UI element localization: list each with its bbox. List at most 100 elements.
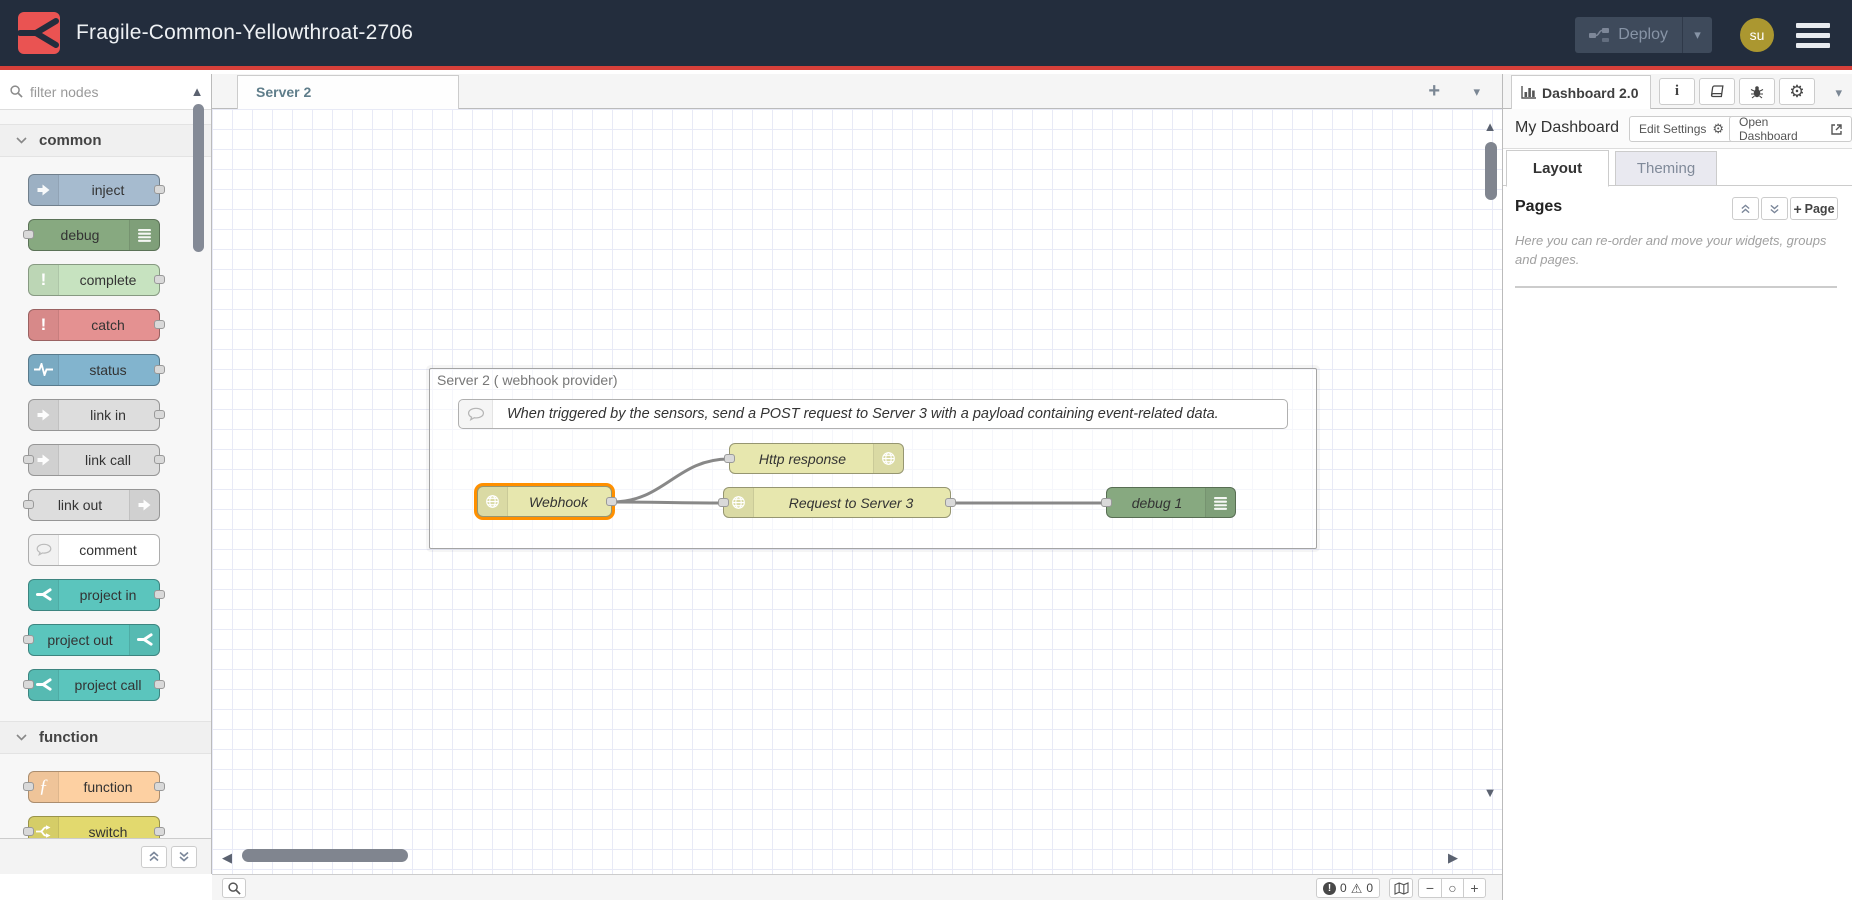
main-menu-button[interactable] xyxy=(1796,23,1830,48)
zoom-out-button[interactable]: − xyxy=(1419,879,1441,897)
palette-filter-placeholder: filter nodes xyxy=(30,84,98,100)
palette-node-link-in[interactable]: link in xyxy=(28,399,160,431)
canvas-scroll-left-arrow[interactable]: ◀ xyxy=(222,850,232,866)
input-port[interactable] xyxy=(724,454,735,463)
palette-collapse-all-button[interactable] xyxy=(141,846,167,868)
palette-node-function[interactable]: ƒfunction xyxy=(28,771,160,803)
palette-node-project-in[interactable]: project in xyxy=(28,579,160,611)
output-port[interactable] xyxy=(154,365,165,374)
warning-count: 0 xyxy=(1366,881,1373,895)
plus-icon: + xyxy=(1793,201,1801,217)
input-port[interactable] xyxy=(23,230,34,239)
group-label: Server 2 ( webhook provider) xyxy=(437,372,618,388)
http-response-node[interactable]: Http response xyxy=(729,443,904,474)
palette-node-link-out[interactable]: link out xyxy=(28,489,160,521)
input-port[interactable] xyxy=(1101,498,1112,507)
deploy-options-caret[interactable]: ▾ xyxy=(1682,17,1712,53)
palette-scrollbar-thumb[interactable] xyxy=(193,104,204,252)
book-icon[interactable] xyxy=(1699,78,1735,105)
error-count: 0 xyxy=(1340,881,1347,895)
node-label: link call xyxy=(57,452,159,468)
output-port[interactable] xyxy=(154,782,165,791)
canvas-search-button[interactable] xyxy=(222,878,246,898)
move-page-down-button[interactable] xyxy=(1761,197,1788,220)
canvas-vscrollbar-thumb[interactable] xyxy=(1485,142,1497,200)
navigator-button[interactable] xyxy=(1389,878,1413,898)
info-icon[interactable]: i xyxy=(1659,78,1695,105)
comment-node[interactable]: When triggered by the sensors, send a PO… xyxy=(458,399,1288,429)
palette-expand-all-button[interactable] xyxy=(171,846,197,868)
output-port[interactable] xyxy=(945,498,956,507)
input-port[interactable] xyxy=(23,827,34,836)
notification-counts[interactable]: ! 0 ⚠ 0 xyxy=(1316,878,1380,898)
palette-filter[interactable]: filter nodes xyxy=(0,74,211,110)
output-port[interactable] xyxy=(154,680,165,689)
input-port[interactable] xyxy=(23,782,34,791)
bug-icon[interactable] xyxy=(1739,78,1775,105)
node-label: status xyxy=(57,362,159,378)
divider xyxy=(1515,286,1837,288)
palette-category-common[interactable]: common xyxy=(0,124,211,157)
palette-node-complete[interactable]: !complete xyxy=(28,264,160,296)
tab-layout[interactable]: Layout xyxy=(1506,150,1609,187)
debug1-node[interactable]: debug 1 xyxy=(1106,487,1236,518)
canvas-scroll-right-arrow[interactable]: ▶ xyxy=(1448,850,1458,866)
flowfuse-icon xyxy=(29,580,59,610)
node-label: link out xyxy=(29,497,131,513)
deploy-icon xyxy=(1589,27,1609,43)
output-port[interactable] xyxy=(606,497,617,506)
output-port[interactable] xyxy=(154,827,165,836)
comment-bubble-icon xyxy=(29,535,59,565)
input-port[interactable] xyxy=(718,498,729,507)
zoom-in-button[interactable]: + xyxy=(1463,879,1485,897)
palette-node-project-out[interactable]: project out xyxy=(28,624,160,656)
add-flow-button[interactable]: + xyxy=(1428,80,1440,103)
output-port[interactable] xyxy=(154,590,165,599)
palette-scroll-up-arrow[interactable]: ▲ xyxy=(189,84,205,99)
tab-theming[interactable]: Theming xyxy=(1615,151,1717,186)
node-label: link in xyxy=(57,407,159,423)
output-port[interactable] xyxy=(154,410,165,419)
flow-canvas[interactable]: Server 2 ( webhook provider) When trigge… xyxy=(212,109,1502,874)
palette-node-comment[interactable]: comment xyxy=(28,534,160,566)
input-port[interactable] xyxy=(23,455,34,464)
add-page-button[interactable]: + Page xyxy=(1790,197,1838,220)
palette-category-function[interactable]: function xyxy=(0,721,211,754)
palette-footer xyxy=(0,838,211,874)
move-page-up-button[interactable] xyxy=(1732,197,1759,220)
output-port[interactable] xyxy=(154,320,165,329)
flow-list-caret[interactable]: ▾ xyxy=(1473,84,1480,100)
zoom-reset-button[interactable]: ○ xyxy=(1441,879,1463,897)
open-dashboard-button[interactable]: Open Dashboard xyxy=(1729,116,1852,142)
webhook-node[interactable]: Webhook xyxy=(477,486,612,517)
input-port[interactable] xyxy=(23,500,34,509)
sidebar-options-caret[interactable]: ▾ xyxy=(1835,85,1842,101)
exclamation-icon: ! xyxy=(29,265,59,295)
palette-node-project-call[interactable]: project call xyxy=(28,669,160,701)
request-to-server3-node[interactable]: Request to Server 3 xyxy=(723,487,951,518)
output-port[interactable] xyxy=(154,455,165,464)
instance-title: Fragile-Common-Yellowthroat-2706 xyxy=(76,21,413,45)
palette-node-inject[interactable]: inject xyxy=(28,174,160,206)
canvas-hscrollbar-thumb[interactable] xyxy=(242,849,408,862)
canvas-scroll-down-arrow[interactable]: ▼ xyxy=(1482,785,1498,800)
input-port[interactable] xyxy=(23,635,34,644)
node-label: inject xyxy=(57,182,159,198)
gear-icon[interactable]: ⚙ xyxy=(1779,78,1815,105)
flowfuse-icon xyxy=(129,625,159,655)
input-port[interactable] xyxy=(23,680,34,689)
tab-dashboard-2[interactable]: Dashboard 2.0 xyxy=(1511,75,1651,109)
output-port[interactable] xyxy=(154,185,165,194)
palette-node-link-call[interactable]: link call xyxy=(28,444,160,476)
node-label: Webhook xyxy=(506,494,611,510)
palette-node-debug[interactable]: debug xyxy=(28,219,160,251)
tab-server-2[interactable]: Server 2 xyxy=(237,75,459,109)
palette-node-catch[interactable]: !catch xyxy=(28,309,160,341)
user-avatar[interactable]: su xyxy=(1740,18,1774,52)
palette-node-status[interactable]: status xyxy=(28,354,160,386)
palette-node-switch[interactable]: switch xyxy=(28,816,160,839)
edit-settings-button[interactable]: Edit Settings ⚙ xyxy=(1629,116,1734,142)
deploy-button[interactable]: Deploy ▾ xyxy=(1575,17,1712,53)
output-port[interactable] xyxy=(154,275,165,284)
canvas-scroll-up-arrow[interactable]: ▲ xyxy=(1482,119,1498,134)
